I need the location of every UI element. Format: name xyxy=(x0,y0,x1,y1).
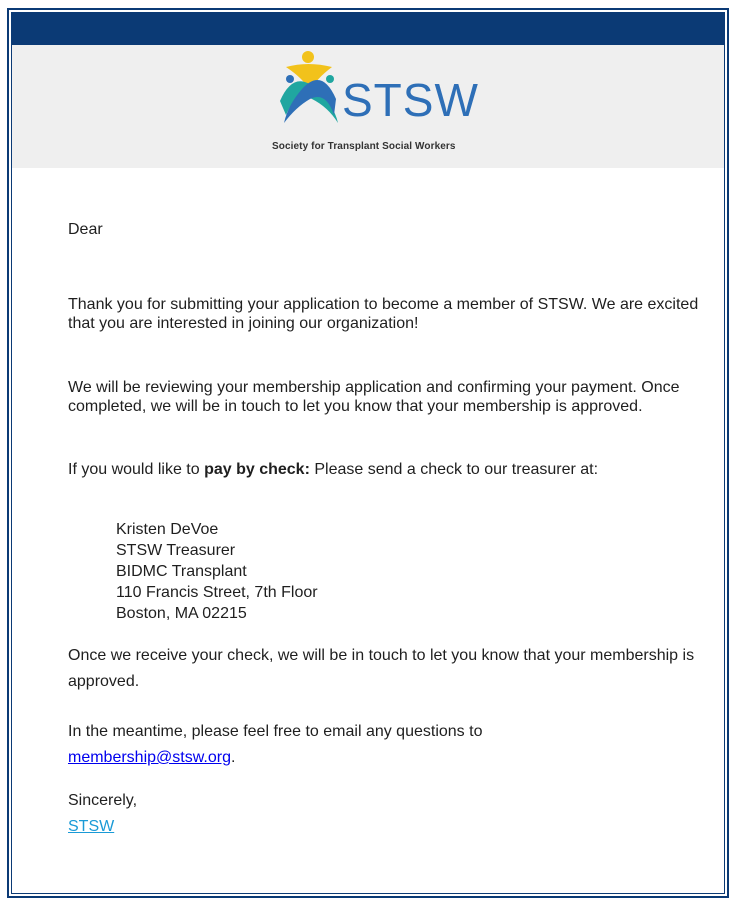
address-line: BIDMC Transplant xyxy=(116,563,247,580)
paragraph-questions: In the meantime, please feel free to ema… xyxy=(68,719,708,771)
address-line: STSW Treasurer xyxy=(116,542,236,559)
logo-tagline: Society for Transplant Social Workers xyxy=(272,141,456,152)
paragraph-receive-check: Once we receive your check, we will be i… xyxy=(68,647,695,690)
paragraph-review: We will be reviewing your membership app… xyxy=(68,379,680,415)
paragraph-thanks: Thank you for submitting your applicatio… xyxy=(68,296,699,332)
top-bar xyxy=(12,13,724,45)
stsw-logo: STSW Society for Transplant Social Worke… xyxy=(264,49,484,159)
pay-check-suffix: Please send a check to our treasurer at: xyxy=(309,461,599,478)
email-link[interactable]: membership@stsw.org xyxy=(68,749,231,766)
questions-text: In the meantime, please feel free to ema… xyxy=(68,723,483,740)
pay-check-bold: pay by check: xyxy=(204,461,310,478)
address-line: Boston, MA 02215 xyxy=(116,605,247,622)
pay-check-prefix: If you would like to xyxy=(68,461,205,478)
closing: Sincerely, xyxy=(68,792,138,809)
treasurer-address: Kristen DeVoe STSW Treasurer BIDMC Trans… xyxy=(116,519,318,624)
address-line: Kristen DeVoe xyxy=(116,521,219,538)
paragraph-pay-by-check: If you would like to pay by check: Pleas… xyxy=(68,460,708,479)
address-line: 110 Francis Street, 7th Floor xyxy=(116,584,318,601)
email-frame-inner-border: STSW Society for Transplant Social Worke… xyxy=(11,12,725,894)
header-banner: STSW Society for Transplant Social Worke… xyxy=(12,45,724,168)
signoff: Sincerely, STSW xyxy=(68,788,137,840)
email-frame: STSW Society for Transplant Social Worke… xyxy=(7,8,729,898)
logo-wordmark: STSW xyxy=(342,74,479,126)
signature-link[interactable]: STSW xyxy=(68,818,114,835)
questions-period: . xyxy=(230,749,236,766)
logo-figures-icon xyxy=(280,51,338,123)
salutation: Dear xyxy=(68,221,103,238)
